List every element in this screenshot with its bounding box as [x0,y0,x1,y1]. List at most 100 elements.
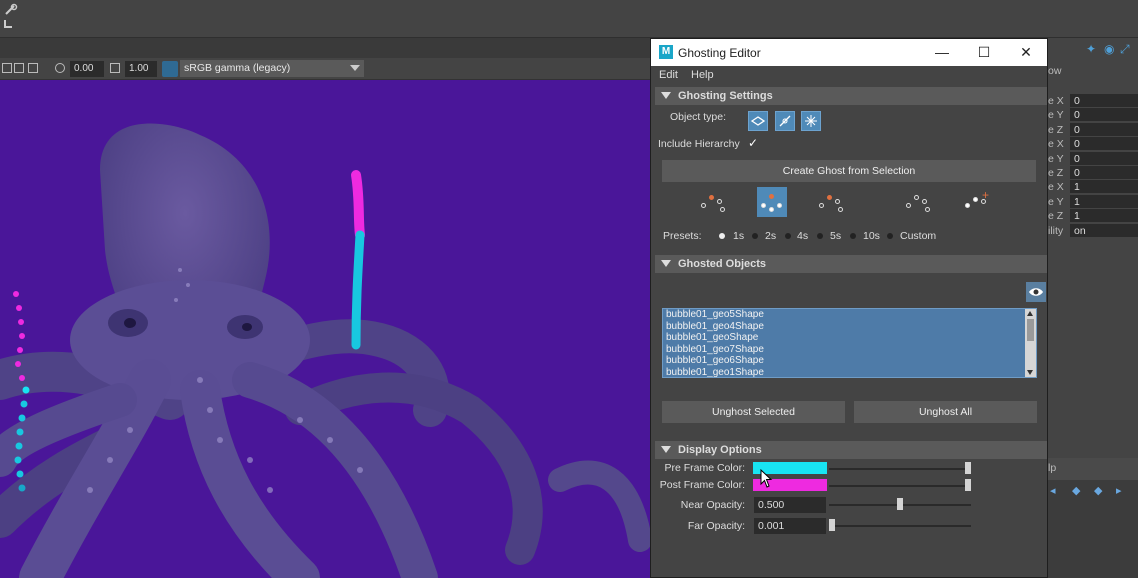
list-item[interactable]: bubble01_geoShape [663,332,1036,344]
unghost-all-button[interactable]: Unghost All [854,401,1037,423]
preset-radio-custom[interactable] [887,233,893,239]
attribute-value-field[interactable]: 1 [1070,180,1138,194]
menu-help[interactable]: Help [691,69,714,81]
section-title: Display Options [678,444,762,456]
attribute-value-field[interactable]: 0 [1070,94,1138,107]
ghosting-settings-header[interactable]: Ghosting Settings [655,87,1047,105]
key-icon[interactable]: ◆ [1072,484,1080,497]
next-key-icon[interactable]: ▸ [1116,484,1122,497]
preset-pattern-3-icon[interactable] [816,187,846,217]
pre-frame-color-slider-handle[interactable] [965,462,971,474]
object-type-joint-button[interactable] [775,111,795,131]
near-opacity-slider-handle[interactable] [897,498,903,510]
viewport-toolbar: 0.00 1.00 sRGB gamma (legacy) [0,58,650,80]
ghosted-objects-header[interactable]: Ghosted Objects [655,255,1047,273]
attribute-row: e Y 0 [1048,108,1138,122]
gamma-field[interactable]: 1.00 [125,61,157,77]
attribute-value-field[interactable]: 0 [1070,122,1138,136]
attribute-value-field[interactable]: 1 [1070,194,1138,208]
attribute-row: e Y 0 [1048,151,1138,166]
near-opacity-field[interactable]: 0.500 [754,497,826,513]
exposure-icon[interactable] [55,63,65,73]
far-opacity-slider[interactable] [829,525,971,527]
object-type-locator-button[interactable] [801,111,821,131]
preset-pattern-2-icon[interactable] [757,187,787,217]
add-icon: + [982,188,990,202]
window-title: Ghosting Editor [678,46,761,60]
scroll-thumb[interactable] [1027,319,1034,341]
preset-radio-2s[interactable] [752,233,758,239]
attribute-label: e Y [1048,109,1064,122]
locator-icon [805,115,817,127]
list-item[interactable]: bubble01_geo1Shape [663,367,1036,377]
maximize-button[interactable]: ☐ [963,39,1005,66]
ghosting-editor-window: M Ghosting Editor — ☐ ✕ Edit Help Ghosti… [650,38,1048,578]
pre-frame-color-slider[interactable] [829,468,971,470]
close-button[interactable]: ✕ [1005,39,1047,66]
preset-radio-10s[interactable] [850,233,856,239]
attribute-label: e X [1048,181,1064,194]
key-icons: ◂ ◆ ◆ ▸ [1050,484,1136,500]
attribute-value-field[interactable]: 0 [1070,151,1138,165]
expand-icon[interactable]: ⤢ [1120,42,1130,57]
collapse-triangle-icon [661,260,671,267]
safe-area-icon[interactable] [28,63,38,73]
far-opacity-field[interactable]: 0.001 [754,518,826,534]
menu-edit[interactable]: Edit [659,69,678,81]
post-frame-color-slider-handle[interactable] [965,479,971,491]
attribute-value-field[interactable]: 0 [1070,137,1138,151]
preset-label-10s: 10s [863,230,880,242]
preset-custom-icon[interactable]: + [962,187,992,217]
pin-icon[interactable]: ✦ [1086,42,1096,56]
minimize-button[interactable]: — [921,39,963,66]
preset-radio-4s[interactable] [785,233,791,239]
attribute-value-field[interactable]: on [1070,223,1138,237]
preset-pattern-1-icon[interactable] [698,187,728,217]
object-type-geometry-button[interactable] [748,111,768,131]
include-hierarchy-label: Include Hierarchy [658,138,740,150]
exposure-field[interactable]: 0.00 [70,61,104,77]
attribute-value-field[interactable]: 0 [1070,108,1138,122]
title-bar[interactable]: M Ghosting Editor — ☐ ✕ [651,39,1047,66]
gamma-icon[interactable] [110,63,120,73]
set-key-icon[interactable]: ◆ [1094,484,1102,497]
list-item[interactable]: bubble01_geo7Shape [663,344,1036,356]
preset-radio-5s[interactable] [817,233,823,239]
tool-icon[interactable] [2,2,18,30]
attribute-row: e Z 1 [1048,209,1138,223]
section-title: Ghosted Objects [678,258,767,270]
unghost-selected-button[interactable]: Unghost Selected [662,401,845,423]
preset-radio-1s[interactable] [719,233,725,239]
list-scrollbar[interactable] [1025,309,1036,377]
attribute-value-field[interactable]: 1 [1070,209,1138,223]
maya-logo-icon: M [659,45,673,59]
create-ghost-button[interactable]: Create Ghost from Selection [662,160,1036,182]
viewport[interactable] [0,80,650,578]
attribute-panel-lower-label: lp [1048,462,1057,474]
list-item[interactable]: bubble01_geo4Shape [663,321,1036,333]
preset-pattern-4-icon[interactable] [903,187,933,217]
preset-label-custom: Custom [900,230,937,242]
post-frame-color-label: Post Frame Color: [659,479,745,491]
post-frame-color-slider[interactable] [829,485,971,487]
help-icon[interactable]: ◉ [1104,42,1114,56]
scroll-up-icon[interactable] [1027,311,1033,316]
color-management-icon[interactable] [162,61,178,77]
prev-key-icon[interactable]: ◂ [1050,484,1056,497]
toggle-visibility-button[interactable] [1026,282,1046,302]
display-options-header[interactable]: Display Options [655,441,1047,459]
mouse-cursor-icon [760,468,774,492]
scroll-down-icon[interactable] [1027,370,1033,375]
ghosted-objects-list[interactable]: bubble01_geo5Shape bubble01_geo4Shape bubb… [662,308,1037,378]
attribute-label: ility [1048,224,1064,237]
attribute-row: e Z 0 [1048,166,1138,180]
attribute-label: e Y [1048,195,1064,208]
list-item[interactable]: bubble01_geo6Shape [663,355,1036,367]
include-hierarchy-checkbox[interactable]: ✓ [748,136,758,150]
list-item[interactable]: bubble01_geo5Shape [663,309,1036,321]
color-space-dropdown[interactable]: sRGB gamma (legacy) [180,60,364,77]
far-opacity-slider-handle[interactable] [829,519,835,531]
resolution-gate-icon[interactable] [14,63,24,73]
attribute-value-field[interactable]: 0 [1070,166,1138,179]
film-gate-icon[interactable] [2,63,12,73]
